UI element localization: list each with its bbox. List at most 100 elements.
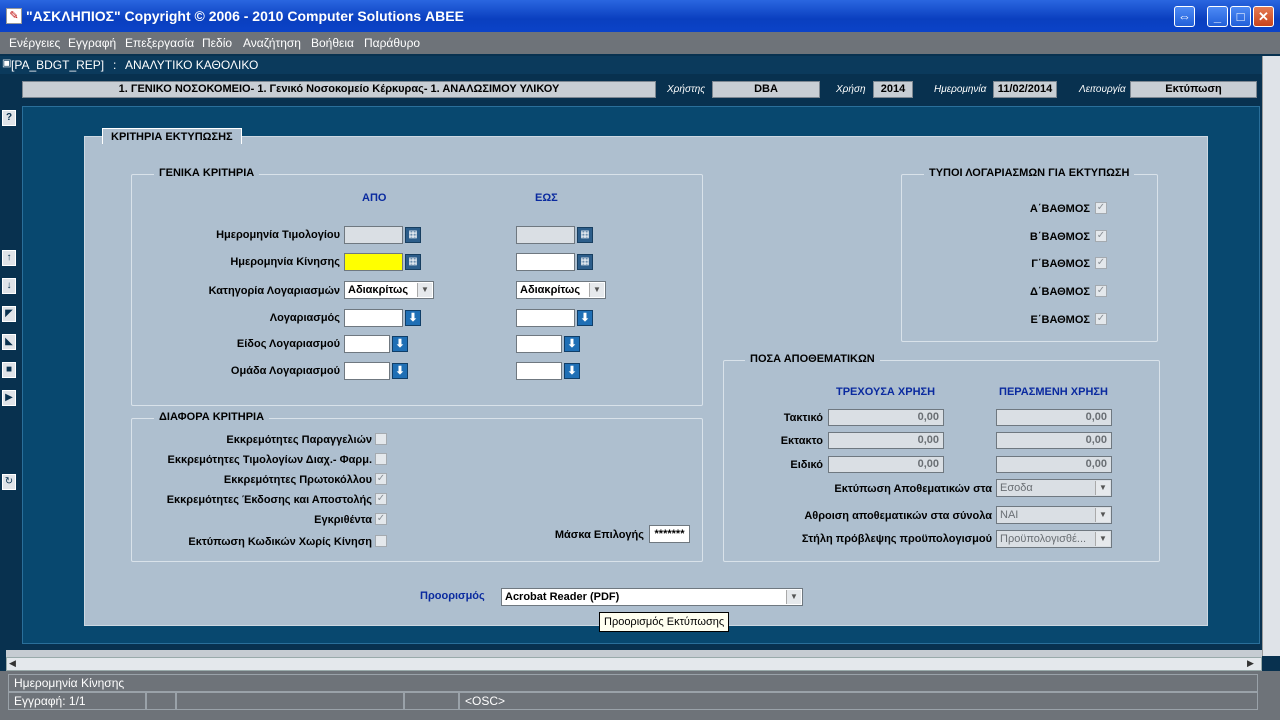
- list-down-icon[interactable]: ⬇: [577, 310, 593, 326]
- menu-record[interactable]: Εγγραφή: [68, 36, 116, 50]
- menu-actions[interactable]: Ενέργειες: [9, 36, 60, 50]
- level-c-checkbox[interactable]: ✓: [1095, 257, 1107, 269]
- pending-invoices-label: Εκκρεμότητες Τιμολογίων Διαχ.- Φαρμ.: [167, 454, 372, 466]
- no-movement-checkbox[interactable]: [375, 535, 387, 547]
- help-icon[interactable]: ?: [2, 110, 16, 126]
- close-button[interactable]: ✕: [1253, 6, 1274, 27]
- level-a-label: Α΄ΒΑΘΜΟΣ: [1029, 203, 1090, 215]
- chevron-down-icon: ▼: [417, 283, 432, 297]
- window-title-bar: ✎ "ΑΣΚΛΗΠΙΟΣ" Copyright © 2006 - 2010 Co…: [0, 0, 1280, 32]
- form-code: [PA_BDGT_REP]: [11, 58, 105, 72]
- print-reserves-label: Εκτύπωση Αποθεματικών στα: [834, 483, 992, 495]
- pending-protocol-checkbox[interactable]: ✓: [375, 473, 387, 485]
- panel-tab: ΚΡΙΤΗΡΙΑ ΕΚΤΥΠΩΣΗΣ: [102, 128, 242, 144]
- level-b-checkbox[interactable]: ✓: [1095, 230, 1107, 242]
- account-kind-label: Είδος Λογαριασμού: [236, 338, 340, 350]
- account-group-from[interactable]: [344, 362, 390, 380]
- budget-column-select[interactable]: Προϋπολογισθέ... ▼: [996, 530, 1112, 548]
- date-label: Ημερομηνία: [934, 84, 987, 95]
- calendar-icon[interactable]: ▦: [405, 227, 421, 243]
- menu-field[interactable]: Πεδίο: [202, 36, 232, 50]
- account-group-label: Ομάδα Λογαριασμού: [230, 365, 340, 377]
- list-down-icon[interactable]: ⬇: [392, 336, 408, 352]
- regular-previous[interactable]: 0,00: [996, 409, 1112, 426]
- scroll-right-icon[interactable]: ▶: [1247, 658, 1254, 669]
- account-from[interactable]: [344, 309, 403, 327]
- pending-orders-checkbox[interactable]: [375, 433, 387, 445]
- pending-invoices-checkbox[interactable]: [375, 453, 387, 465]
- list-down-icon[interactable]: ⬇: [392, 363, 408, 379]
- calendar-icon[interactable]: ▦: [577, 227, 593, 243]
- pending-orders-label: Εκκρεμότητες Παραγγελιών: [226, 434, 372, 446]
- level-a-checkbox[interactable]: ✓: [1095, 202, 1107, 214]
- invoice-date-from[interactable]: [344, 226, 403, 244]
- arrow-up-icon[interactable]: ↑: [2, 250, 16, 266]
- sum-reserves-value: ΝΑΙ: [1000, 509, 1019, 521]
- record-icon[interactable]: ■: [2, 362, 16, 378]
- budget-column-label: Στήλη πρόβλεψης προϋπολογισμού: [801, 533, 992, 545]
- invoice-date-to[interactable]: [516, 226, 575, 244]
- regular-current[interactable]: 0,00: [828, 409, 944, 426]
- list-down-icon[interactable]: ⬇: [564, 363, 580, 379]
- special-current[interactable]: 0,00: [828, 456, 944, 473]
- destination-select[interactable]: Acrobat Reader (PDF) ▼: [501, 588, 803, 606]
- account-category-to-value: Αδιακρίτως: [520, 284, 581, 296]
- pending-issue-checkbox[interactable]: ✓: [375, 493, 387, 505]
- calendar-icon[interactable]: ▦: [577, 254, 593, 270]
- special-previous[interactable]: 0,00: [996, 456, 1112, 473]
- previous-year-header: ΠΕΡΑΣΜΕΝΗ ΧΡΗΣΗ: [999, 386, 1108, 398]
- extraordinary-previous[interactable]: 0,00: [996, 432, 1112, 449]
- sum-reserves-select[interactable]: ΝΑΙ ▼: [996, 506, 1112, 524]
- movement-date-from[interactable]: [344, 253, 403, 271]
- from-header: ΑΠΟ: [362, 192, 387, 204]
- list-down-icon[interactable]: ⬇: [405, 310, 421, 326]
- approved-label: Εγκριθέντα: [314, 514, 372, 526]
- reserves-title: ΠΟΣΑ ΑΠΟΘΕΜΑΤΙΚΩΝ: [745, 353, 880, 365]
- movement-date-to[interactable]: [516, 253, 575, 271]
- user-box: DBA: [712, 81, 820, 98]
- arrow-down-icon[interactable]: ↓: [2, 278, 16, 294]
- to-header: ΕΩΣ: [535, 192, 558, 204]
- account-category-to[interactable]: Αδιακρίτως ▼: [516, 281, 606, 299]
- pending-protocol-label: Εκκρεμότητες Πρωτοκόλλου: [223, 474, 372, 486]
- level-b-label: Β΄ΒΑΘΜΟΣ: [1029, 231, 1090, 243]
- print-reserves-select[interactable]: Εσοδα ▼: [996, 479, 1112, 497]
- maximize-button[interactable]: □: [1230, 6, 1251, 27]
- forward-icon[interactable]: ▶: [2, 390, 16, 406]
- vertical-scrollbar[interactable]: [1262, 56, 1280, 656]
- arrow-right-icon[interactable]: ◣: [2, 334, 16, 350]
- status-osc: <OSC>: [459, 692, 1258, 710]
- scroll-left-icon[interactable]: ◀: [9, 658, 16, 669]
- menu-window[interactable]: Παράθυρο: [364, 36, 420, 50]
- mask-input[interactable]: *******: [649, 525, 690, 543]
- destination-tooltip: Προορισμός Εκτύπωσης: [599, 612, 730, 632]
- restore-arrows-icon[interactable]: ⇔: [1174, 6, 1195, 27]
- menu-edit[interactable]: Επεξεργασία: [125, 36, 194, 50]
- account-category-label: Κατηγορία Λογαριασμών: [208, 285, 340, 297]
- level-e-label: Ε΄ΒΑΘΜΟΣ: [1030, 314, 1090, 326]
- horizontal-scrollbar[interactable]: ◀ ▶: [6, 657, 1262, 671]
- form-name: ΑΝΑΛΥΤΙΚΟ ΚΑΘΟΛΙΚΟ: [125, 58, 259, 72]
- list-down-icon[interactable]: ⬇: [564, 336, 580, 352]
- level-c-label: Γ΄ΒΑΘΜΟΣ: [1031, 258, 1090, 270]
- minimize-button[interactable]: _: [1207, 6, 1228, 27]
- level-e-checkbox[interactable]: ✓: [1095, 313, 1107, 325]
- no-movement-label: Εκτύπωση Κωδικών Χωρίς Κίνηση: [188, 536, 372, 548]
- account-category-from[interactable]: Αδιακρίτως ▼: [344, 281, 434, 299]
- account-to[interactable]: [516, 309, 575, 327]
- menu-help[interactable]: Βοήθεια: [311, 36, 354, 50]
- chevron-down-icon: ▼: [1095, 532, 1110, 546]
- extraordinary-current[interactable]: 0,00: [828, 432, 944, 449]
- level-d-checkbox[interactable]: ✓: [1095, 285, 1107, 297]
- account-group-to[interactable]: [516, 362, 562, 380]
- destination-value: Acrobat Reader (PDF): [505, 591, 620, 603]
- account-kind-from[interactable]: [344, 335, 390, 353]
- arrow-left-icon[interactable]: ◤: [2, 306, 16, 322]
- menu-search[interactable]: Αναζήτηση: [243, 36, 301, 50]
- print-reserves-value: Εσοδα: [1000, 482, 1033, 494]
- chevron-down-icon: ▼: [1095, 481, 1110, 495]
- refresh-icon[interactable]: ↻: [2, 474, 16, 490]
- account-kind-to[interactable]: [516, 335, 562, 353]
- calendar-icon[interactable]: ▦: [405, 254, 421, 270]
- approved-checkbox[interactable]: ✓: [375, 513, 387, 525]
